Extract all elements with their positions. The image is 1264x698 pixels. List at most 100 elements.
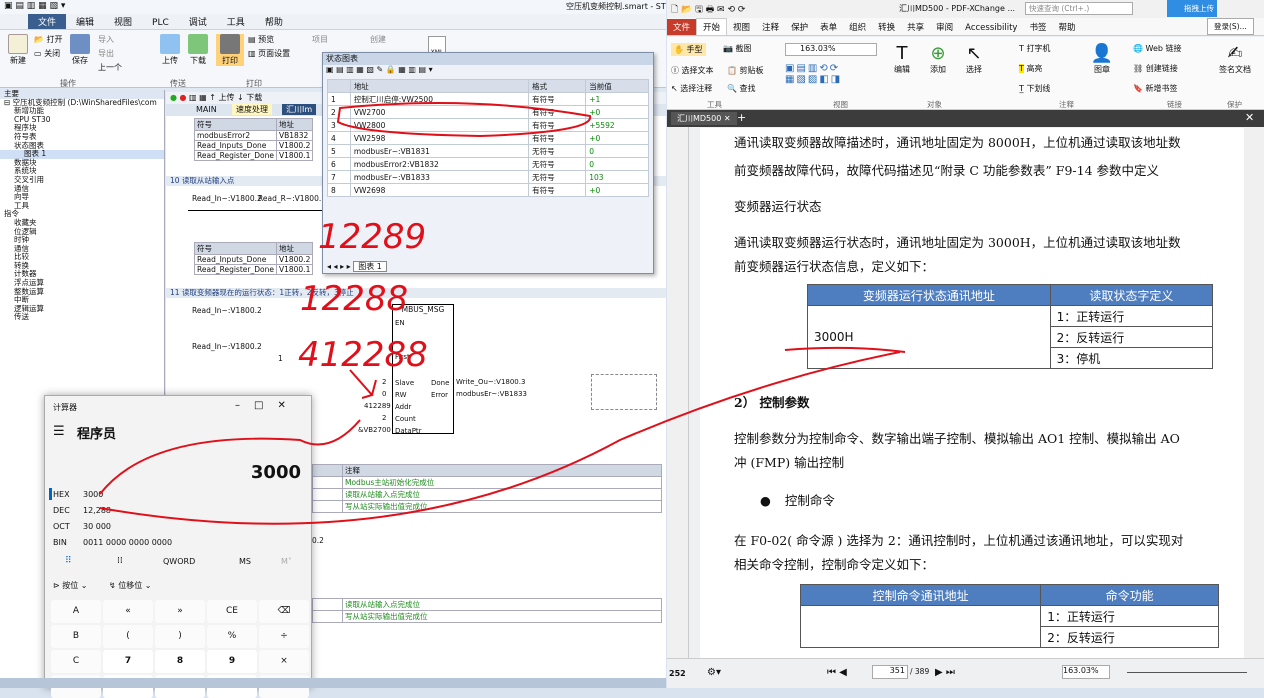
status-row[interactable]: 1 控制汇川启停:VW2500 有符号 +1: [327, 92, 649, 106]
memory-store-button[interactable]: MS: [239, 557, 251, 566]
find-tool[interactable]: 🔍 查找: [727, 83, 756, 94]
pdf-menu-organize[interactable]: 组织: [843, 19, 872, 35]
menu-tools[interactable]: 工具: [217, 14, 255, 29]
calc-key[interactable]: ): [155, 625, 205, 648]
addr-value[interactable]: 412289: [364, 402, 391, 410]
dataptr-value[interactable]: &VB2700: [358, 426, 391, 434]
calc-key[interactable]: »: [155, 600, 205, 623]
download-button[interactable]: 下载: [184, 34, 212, 66]
keypad-icon[interactable]: ⠿: [65, 556, 72, 566]
page-number-input[interactable]: 351: [872, 665, 908, 679]
net10-contact-1[interactable]: Read_In~:V1800.2: [192, 194, 262, 203]
memory-list-button[interactable]: M˅: [281, 557, 292, 566]
done-output[interactable]: Write_Ou~:V1800.3: [456, 378, 525, 386]
clipboard-tool[interactable]: 📋 剪贴板: [727, 65, 764, 76]
settings-icon[interactable]: ⚙▾: [707, 667, 721, 678]
radix-bin[interactable]: BIN 0011 0000 0000 0000: [53, 538, 172, 547]
radix-hex[interactable]: HEX 3000: [53, 490, 103, 499]
window-controls[interactable]: –□✕: [235, 400, 300, 411]
calc-key[interactable]: C: [51, 650, 101, 673]
pdf-menu-view[interactable]: 视图: [727, 19, 756, 35]
calc-key[interactable]: CE: [207, 600, 257, 623]
calc-key[interactable]: A: [51, 600, 101, 623]
calc-key[interactable]: 9: [207, 650, 257, 673]
print-button[interactable]: 打印: [216, 34, 244, 66]
tab-main[interactable]: MAIN: [196, 105, 217, 114]
save-button[interactable]: 保存: [66, 34, 94, 66]
project-button[interactable]: 项目: [312, 34, 328, 45]
zoom-input[interactable]: 163.03%: [785, 43, 877, 56]
menu-plc[interactable]: PLC: [142, 17, 179, 29]
status-chart-toolbar[interactable]: ▣ ▤ ▥ ▦ ▧ ✎ 🔒 ▦ ▥ ▤ ▾: [323, 65, 653, 79]
select-comment-tool[interactable]: ↖ 选择注释: [671, 83, 712, 94]
hamburger-icon[interactable]: ☰: [53, 424, 65, 439]
calc-key[interactable]: %: [207, 625, 257, 648]
select-text-tool[interactable]: Ⓘ 选择文本: [671, 65, 714, 76]
menu-edit[interactable]: 编辑: [66, 14, 104, 29]
close-tab-icon[interactable]: ✕: [1245, 111, 1254, 124]
status-row[interactable]: 2 VW2700 有符号 +0: [327, 105, 649, 119]
status-row[interactable]: 4 VW2598 有符号 +0: [327, 131, 649, 145]
select-tool[interactable]: ↖ 选择: [957, 43, 991, 75]
calc-key[interactable]: 8: [155, 650, 205, 673]
menu-view[interactable]: 视图: [104, 14, 142, 29]
sign-tool[interactable]: ✍ 签名文档: [1215, 43, 1255, 75]
next-page-icon[interactable]: ▶ ⏭: [935, 667, 955, 678]
calc-key[interactable]: ×: [259, 650, 309, 673]
zoom-level-input[interactable]: 163.03%: [1062, 665, 1110, 679]
zoom-slider[interactable]: [1127, 672, 1247, 673]
highlight-tool[interactable]: T 高亮: [1019, 63, 1042, 74]
stamp-tool[interactable]: 👤 图章: [1085, 43, 1119, 75]
pdf-menu-file[interactable]: 文件: [667, 19, 697, 35]
error-output[interactable]: modbusEr~:VB1833: [456, 390, 527, 398]
web-link-tool[interactable]: 🌐 Web 链接: [1133, 43, 1182, 54]
net10-contact-2[interactable]: Read_R~:V1800.1: [258, 194, 326, 203]
create-link-tool[interactable]: ⛓ 创建链接: [1133, 63, 1178, 74]
menu-debug[interactable]: 调试: [179, 14, 217, 29]
close-button[interactable]: ▭ 关闭: [34, 48, 60, 59]
new-bookmark-tool[interactable]: 🔖 新增书签: [1133, 83, 1178, 94]
typewriter-tool[interactable]: T 打字机: [1019, 43, 1050, 54]
open-button[interactable]: 📂 打开: [34, 34, 63, 45]
import-button[interactable]: 导入: [98, 34, 114, 45]
previous-button[interactable]: 上一个: [98, 62, 122, 73]
count-value[interactable]: 2: [382, 414, 386, 422]
tree-item[interactable]: 传送: [0, 313, 164, 322]
menu-help[interactable]: 帮助: [255, 14, 293, 29]
menu-file[interactable]: 文件: [28, 14, 67, 29]
preview-button[interactable]: ▤ 预览: [248, 34, 274, 45]
login-button[interactable]: 登录(S)...: [1207, 18, 1254, 35]
add-tool[interactable]: ⊕ 添加: [921, 43, 955, 75]
calc-key[interactable]: ÷: [259, 625, 309, 648]
tree-item[interactable]: 工具: [0, 201, 164, 211]
calc-key[interactable]: ⌫: [259, 600, 309, 623]
pdf-menu-share[interactable]: 共享: [901, 19, 930, 35]
network-11-header[interactable]: 11 读取变频器现在的运行状态：1正转，2反转，3停止: [166, 288, 666, 298]
snapshot-tool[interactable]: 📷 截图: [723, 43, 752, 54]
bitshift-button[interactable]: ↯ 位移位 ⌄: [109, 580, 152, 591]
pdf-quick-icons[interactable]: 🗋 📂 🖫 🖶 ✉ ⟲ ⟳: [671, 2, 745, 18]
status-row[interactable]: 8 VW2698 有符号 +0: [327, 183, 649, 197]
upload-badge[interactable]: 拖拽上传: [1167, 0, 1217, 17]
status-row[interactable]: 3 VW2800 有符号 +5592: [327, 118, 649, 132]
pdf-search-input[interactable]: 快速查询 (Ctrl+.): [1025, 2, 1133, 15]
mbus-msg-block[interactable]: MBUS_MSG EN First Slave RW Addr Count Da…: [392, 304, 454, 435]
pdf-menu-help[interactable]: 帮助: [1052, 19, 1081, 35]
doc-tab[interactable]: 汇川MD500 ✕: [671, 112, 737, 125]
word-size-button[interactable]: QWORD: [163, 557, 195, 566]
first-page-icon[interactable]: ⏮ ◀: [827, 667, 847, 678]
pdf-menu-review[interactable]: 审阅: [930, 19, 959, 35]
calc-key[interactable]: (: [103, 625, 153, 648]
status-row[interactable]: 7 modbusEr~:VB1833 无符号 103: [327, 170, 649, 184]
bits-icon[interactable]: ⁞⁞: [117, 556, 123, 566]
status-row[interactable]: 5 modbusEr~:VB1831 无符号 0: [327, 144, 649, 158]
page-setup-button[interactable]: ▥ 页面设置: [248, 48, 290, 59]
status-row[interactable]: 6 modbusError2:VB1832 无符号 0: [327, 157, 649, 171]
new-button[interactable]: 新建: [4, 34, 32, 66]
new-tab-icon[interactable]: +: [737, 111, 746, 124]
pdf-menu-home[interactable]: 开始: [696, 18, 728, 36]
pdf-scrollbar[interactable]: [1244, 127, 1264, 658]
create-button[interactable]: 创建: [370, 34, 386, 45]
bitwise-button[interactable]: ⊳ 按位 ⌄: [53, 580, 88, 591]
stop-icon[interactable]: ●: [180, 93, 187, 102]
